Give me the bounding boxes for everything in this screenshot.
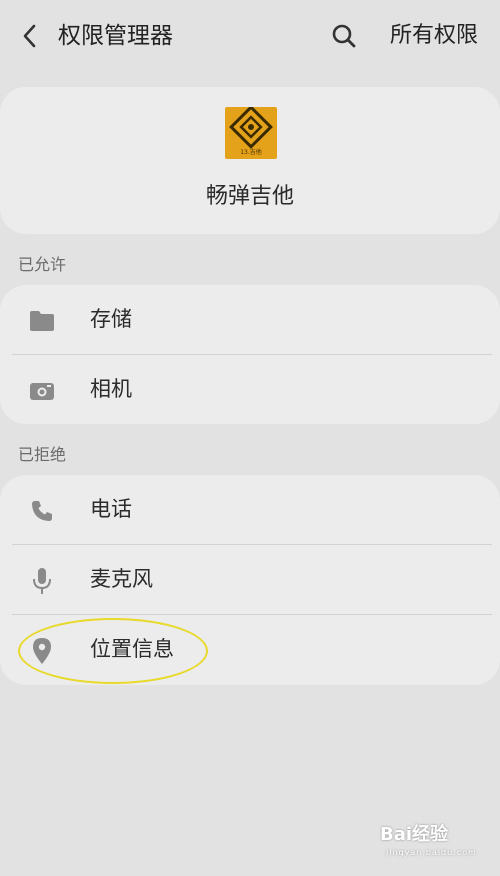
permission-label: 电话 (90, 497, 132, 521)
watermark-text: Bai经验 (380, 824, 449, 845)
phone-icon (28, 497, 56, 525)
microphone-icon (28, 567, 56, 595)
app-logo: 13.吉他 (225, 105, 277, 159)
denied-section-label: 已拒绝 (18, 445, 67, 464)
permission-row-location[interactable]: 位置信息 (0, 615, 500, 685)
location-pin-icon (28, 637, 56, 665)
denied-permissions-list: 电话 麦克风 位置信息 (0, 475, 500, 685)
permission-label: 麦克风 (90, 567, 153, 591)
app-info-card: 13.吉他 畅弹吉他 (0, 87, 500, 234)
back-arrow-icon (23, 24, 36, 48)
all-permissions-button[interactable]: 所有权限 (390, 19, 478, 53)
permission-label: 存储 (90, 307, 132, 331)
permission-row-storage[interactable]: 存储 (0, 285, 500, 355)
back-button[interactable] (14, 18, 44, 54)
app-logo-caption: 13.吉他 (240, 149, 262, 156)
watermark-url: jingyan.baidu.com (386, 848, 477, 857)
folder-icon (28, 307, 56, 335)
app-name: 畅弹吉他 (205, 184, 294, 209)
allowed-section-label: 已允许 (18, 255, 67, 274)
permission-label: 位置信息 (90, 637, 174, 661)
permission-row-microphone[interactable]: 麦克风 (0, 545, 500, 615)
allowed-permissions-list: 存储 相机 (0, 285, 500, 424)
search-icon (332, 24, 356, 48)
top-app-bar: 权限管理器 所有权限 (0, 0, 500, 76)
permission-label: 相机 (90, 377, 132, 401)
watermark: Bai经验 jingyan.baidu.com (380, 820, 492, 864)
page-title: 权限管理器 (58, 23, 173, 49)
permission-row-camera[interactable]: 相机 (0, 355, 500, 425)
search-button[interactable] (328, 20, 360, 52)
permission-row-phone[interactable]: 电话 (0, 475, 500, 545)
camera-icon (28, 377, 56, 405)
